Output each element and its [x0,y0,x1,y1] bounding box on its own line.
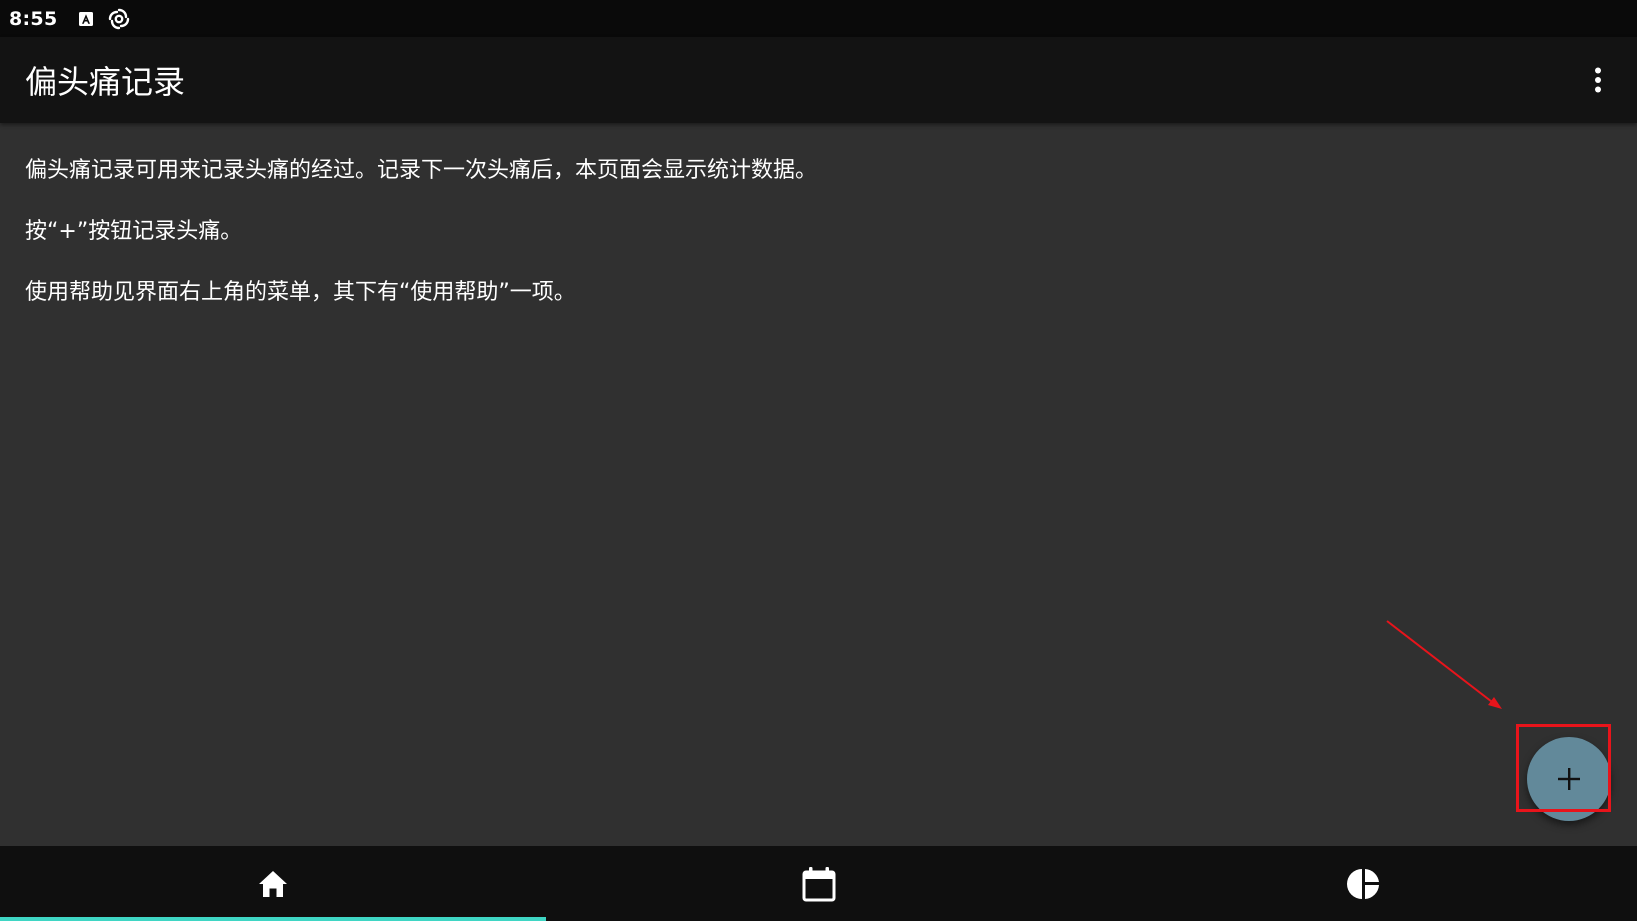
a-notification-icon [78,11,94,27]
nav-item-calendar[interactable] [546,846,1092,921]
add-record-fab[interactable] [1527,737,1611,821]
intro-text: 偏头痛记录可用来记录头痛的经过。记录下一次头痛后，本页面会显示统计数据。 [25,158,818,183]
plus-icon [1558,768,1580,790]
overflow-menu-button[interactable] [1581,63,1615,97]
help-hint-text: 使用帮助见界面右上角的菜单，其下有“使用帮助”一项。 [25,280,576,305]
home-icon [258,870,287,897]
nav-item-home[interactable] [0,846,546,921]
calendar-icon [802,866,835,901]
status-bar: 8:55 [0,0,1637,37]
app-bar: 偏头痛记录 [0,37,1637,123]
add-instruction-text: 按“+”按钮记录头痛。 [25,219,243,244]
nav-selected-indicator [0,917,546,921]
main-content: 偏头痛记录可用来记录头痛的经过。记录下一次头痛后，本页面会显示统计数据。 按“+… [0,123,1637,846]
sync-icon [107,7,131,31]
nav-item-statistics[interactable] [1091,846,1637,921]
pie-chart-icon [1347,868,1380,899]
status-time: 8:55 [9,7,58,30]
bottom-navigation [0,846,1637,921]
page-title: 偏头痛记录 [25,63,186,101]
app-screen: 8:55 偏头痛记录 偏头痛记录可用来记录头痛的经过。记录下一次头痛后，本页面会… [0,0,1637,921]
more-vert-icon [1595,67,1601,93]
